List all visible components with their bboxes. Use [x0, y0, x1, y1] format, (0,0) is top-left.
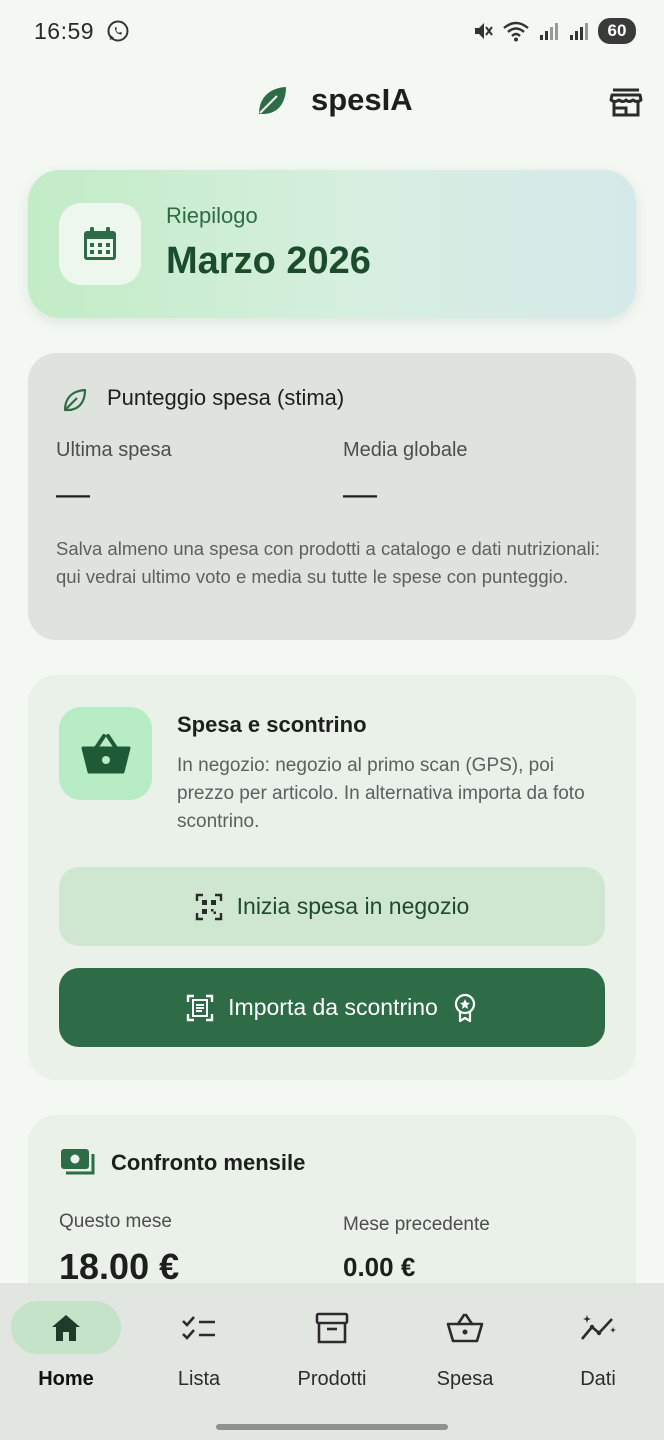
money-icon: [61, 1149, 95, 1175]
whatsapp-icon: [107, 20, 129, 42]
app-header: spesIA: [0, 72, 664, 134]
nav-home-label: Home: [38, 1368, 94, 1390]
start-shopping-button[interactable]: Inizia spesa in negozio: [59, 867, 605, 946]
nav-spesa-indicator: [410, 1301, 520, 1354]
last-score-value: —: [56, 475, 90, 513]
basket-icon-container: [59, 707, 152, 800]
bottom-navigation: Home Lista Prodotti Spesa Dati: [0, 1283, 664, 1440]
gesture-bar[interactable]: [216, 1424, 448, 1430]
receipt-scan-icon: [186, 994, 214, 1021]
nav-spesa-label: Spesa: [436, 1368, 494, 1390]
nav-prodotti-label: Prodotti: [297, 1368, 367, 1390]
premium-badge-icon: [454, 993, 475, 1022]
score-card: Punteggio spesa (stima) Ultima spesa — M…: [28, 353, 636, 640]
signal-icon: [570, 23, 588, 40]
nav-lista-indicator: [144, 1301, 254, 1354]
nav-prodotti[interactable]: Prodotti: [266, 1301, 398, 1391]
nav-dati-indicator: [543, 1301, 653, 1354]
score-title: Punteggio spesa (stima): [107, 385, 345, 410]
nav-home[interactable]: Home: [0, 1301, 132, 1391]
status-icons: 60: [472, 18, 636, 44]
archive-icon: [315, 1312, 349, 1343]
home-icon: [52, 1314, 80, 1341]
monthly-title: Confronto mensile: [111, 1150, 306, 1175]
current-month-value: 18.00 €: [59, 1246, 180, 1287]
basket-icon: [446, 1313, 484, 1342]
leaf-icon: [259, 87, 286, 114]
summary-label: Riepilogo: [166, 203, 258, 228]
leaf-outline-icon: [63, 388, 87, 412]
start-shopping-label: Inizia spesa in negozio: [236, 893, 470, 919]
previous-month-value: 0.00 €: [343, 1252, 416, 1282]
wifi-icon: [503, 21, 529, 42]
calendar-icon: [84, 227, 116, 260]
battery-indicator: 60: [598, 18, 636, 44]
nav-spesa[interactable]: Spesa: [399, 1301, 531, 1391]
summary-card[interactable]: Riepilogo Marzo 2026: [28, 170, 636, 318]
average-score-value: —: [343, 475, 377, 513]
status-time: 16:59: [34, 18, 95, 44]
mute-icon: [475, 23, 493, 39]
nav-lista[interactable]: Lista: [133, 1301, 265, 1391]
qr-scan-icon: [195, 893, 222, 920]
import-receipt-label: Importa da scontrino: [228, 994, 438, 1020]
status-bar: 16:59 60: [0, 0, 664, 62]
nav-dati-label: Dati: [580, 1368, 616, 1390]
nav-home-indicator: [11, 1301, 121, 1354]
store-icon[interactable]: [608, 84, 644, 120]
shopping-title: Spesa e scontrino: [177, 712, 367, 737]
previous-month-label: Mese precedente: [343, 1214, 490, 1235]
calendar-icon-container: [59, 203, 141, 285]
score-description: Salva almeno una spesa con prodotti a ca…: [56, 538, 601, 587]
basket-icon: [81, 733, 130, 773]
summary-month: Marzo 2026: [166, 240, 371, 282]
checklist-icon: [182, 1315, 215, 1340]
import-receipt-button[interactable]: Importa da scontrino: [59, 968, 605, 1047]
nav-prodotti-indicator: [277, 1301, 387, 1354]
last-score-label: Ultima spesa: [56, 439, 172, 461]
analytics-icon: [581, 1314, 616, 1340]
signal-icon: [540, 23, 558, 40]
nav-lista-label: Lista: [177, 1368, 221, 1390]
shopping-description: In negozio: negozio al primo scan (GPS),…: [177, 755, 585, 832]
current-month-label: Questo mese: [59, 1211, 172, 1232]
app-title: spesIA: [311, 82, 413, 117]
shopping-card: Spesa e scontrino In negozio: negozio al…: [28, 675, 636, 1080]
nav-dati[interactable]: Dati: [532, 1301, 664, 1391]
average-score-label: Media globale: [343, 439, 468, 461]
